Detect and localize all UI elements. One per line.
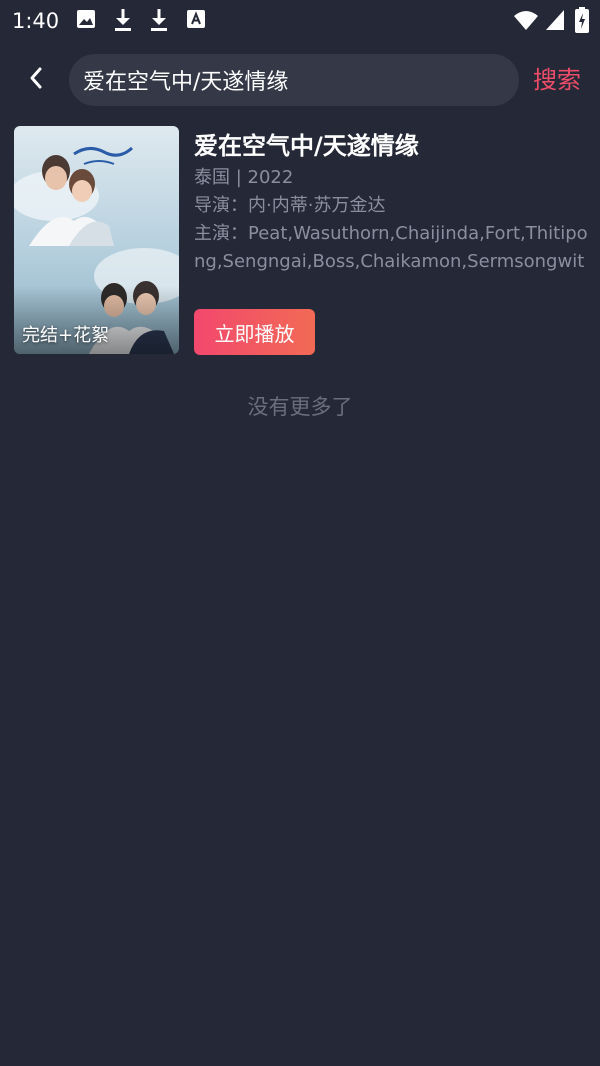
search-box[interactable] — [69, 54, 519, 106]
battery-charging-icon — [575, 7, 589, 37]
chevron-left-icon — [27, 66, 45, 94]
status-badge: 完结+花絮 — [22, 325, 110, 346]
signal-icon — [545, 9, 565, 35]
play-now-button[interactable]: 立即播放 — [194, 309, 315, 355]
cast: 主演：Peat,Wasuthorn,Chaijinda,Fort,Thitipo… — [194, 223, 588, 272]
poster-image[interactable]: 完结+花絮 — [14, 126, 179, 354]
translate-a-icon — [186, 8, 206, 34]
download-icon — [149, 8, 169, 36]
no-more-results: 没有更多了 — [247, 395, 353, 419]
result-title[interactable]: 爱在空气中/天遂情缘 — [194, 128, 590, 164]
result-info: 爱在空气中/天遂情缘 泰国 | 2022 导演：内·内蒂·苏万金达 主演：Pea… — [194, 126, 590, 276]
search-input[interactable] — [83, 67, 505, 93]
search-button[interactable]: 搜索 — [533, 64, 581, 96]
search-header: 搜索 — [0, 50, 600, 110]
region-year: 泰国 | 2022 — [194, 167, 294, 188]
status-bar: 1:40 — [0, 0, 600, 42]
back-button[interactable] — [18, 62, 54, 98]
director: 导演：内·内蒂·苏万金达 — [194, 195, 386, 216]
status-time: 1:40 — [12, 9, 60, 33]
download-icon — [113, 8, 133, 36]
result-card[interactable]: 完结+花絮 爱在空气中/天遂情缘 泰国 | 2022 导演：内·内蒂·苏万金达 … — [14, 126, 590, 356]
image-icon — [76, 8, 96, 34]
wifi-icon — [513, 9, 539, 35]
poster-art — [14, 126, 179, 354]
